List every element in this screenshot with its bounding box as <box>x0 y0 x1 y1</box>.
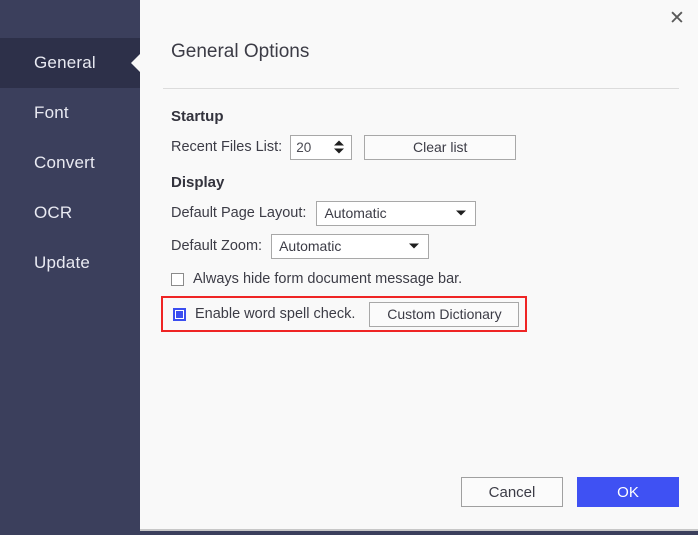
chevron-down-icon <box>409 244 419 249</box>
close-icon[interactable]: ✕ <box>662 3 692 33</box>
spell-check-highlight-group: Enable word spell check. Custom Dictiona… <box>161 296 527 332</box>
custom-dictionary-button[interactable]: Custom Dictionary <box>369 302 519 327</box>
dialog-content: Startup Recent Files List: 20 Clear list… <box>171 108 698 332</box>
default-zoom-value: Automatic <box>272 238 341 254</box>
sidebar-item-general[interactable]: General <box>0 38 140 88</box>
default-zoom-select[interactable]: Automatic <box>271 234 429 259</box>
page-layout-select[interactable]: Automatic <box>316 201 476 226</box>
cancel-button[interactable]: Cancel <box>461 477 563 507</box>
display-section-heading: Display <box>171 174 698 191</box>
sidebar-item-update[interactable]: Update <box>0 238 140 288</box>
sidebar-nav-list: General Font Convert OCR Update <box>0 0 140 288</box>
sidebar-item-label: Convert <box>34 153 95 173</box>
default-zoom-label: Default Zoom: <box>171 238 262 254</box>
recent-files-stepper[interactable]: 20 <box>290 135 352 160</box>
sidebar-item-label: Update <box>34 253 90 273</box>
dialog-panel: ✕ General Options Startup Recent Files L… <box>140 0 698 531</box>
sidebar-item-convert[interactable]: Convert <box>0 138 140 188</box>
ok-button[interactable]: OK <box>577 477 679 507</box>
always-hide-message-bar-row: Always hide form document message bar. <box>171 266 698 292</box>
stepper-arrows <box>334 141 344 154</box>
sidebar-item-label: General <box>34 53 96 73</box>
chevron-down-icon <box>456 211 466 216</box>
page-title: General Options <box>171 41 309 63</box>
sidebar-item-ocr[interactable]: OCR <box>0 188 140 238</box>
page-layout-value: Automatic <box>317 205 386 221</box>
options-dialog-window: General Font Convert OCR Update ✕ Genera… <box>0 0 698 535</box>
sidebar: General Font Convert OCR Update <box>0 0 140 535</box>
title-divider <box>163 88 679 89</box>
page-layout-row: Default Page Layout: Automatic <box>171 200 698 226</box>
recent-files-row: Recent Files List: 20 Clear list <box>171 134 698 160</box>
sidebar-item-label: Font <box>34 103 69 123</box>
recent-files-value: 20 <box>291 140 311 155</box>
dialog-footer: Cancel OK <box>140 477 698 507</box>
enable-word-spell-check-label: Enable word spell check. <box>195 306 355 322</box>
always-hide-message-bar-checkbox[interactable] <box>171 273 184 286</box>
startup-section-heading: Startup <box>171 108 698 125</box>
chevron-down-icon[interactable] <box>334 149 344 154</box>
recent-files-label: Recent Files List: <box>171 139 282 155</box>
enable-word-spell-check-checkbox[interactable] <box>173 308 186 321</box>
chevron-up-icon[interactable] <box>334 141 344 146</box>
sidebar-item-font[interactable]: Font <box>0 88 140 138</box>
sidebar-item-label: OCR <box>34 203 72 223</box>
selection-notch-icon <box>131 54 140 72</box>
page-layout-label: Default Page Layout: <box>171 205 306 221</box>
default-zoom-row: Default Zoom: Automatic <box>171 233 698 259</box>
clear-list-button[interactable]: Clear list <box>364 135 516 160</box>
always-hide-message-bar-label: Always hide form document message bar. <box>193 271 462 287</box>
